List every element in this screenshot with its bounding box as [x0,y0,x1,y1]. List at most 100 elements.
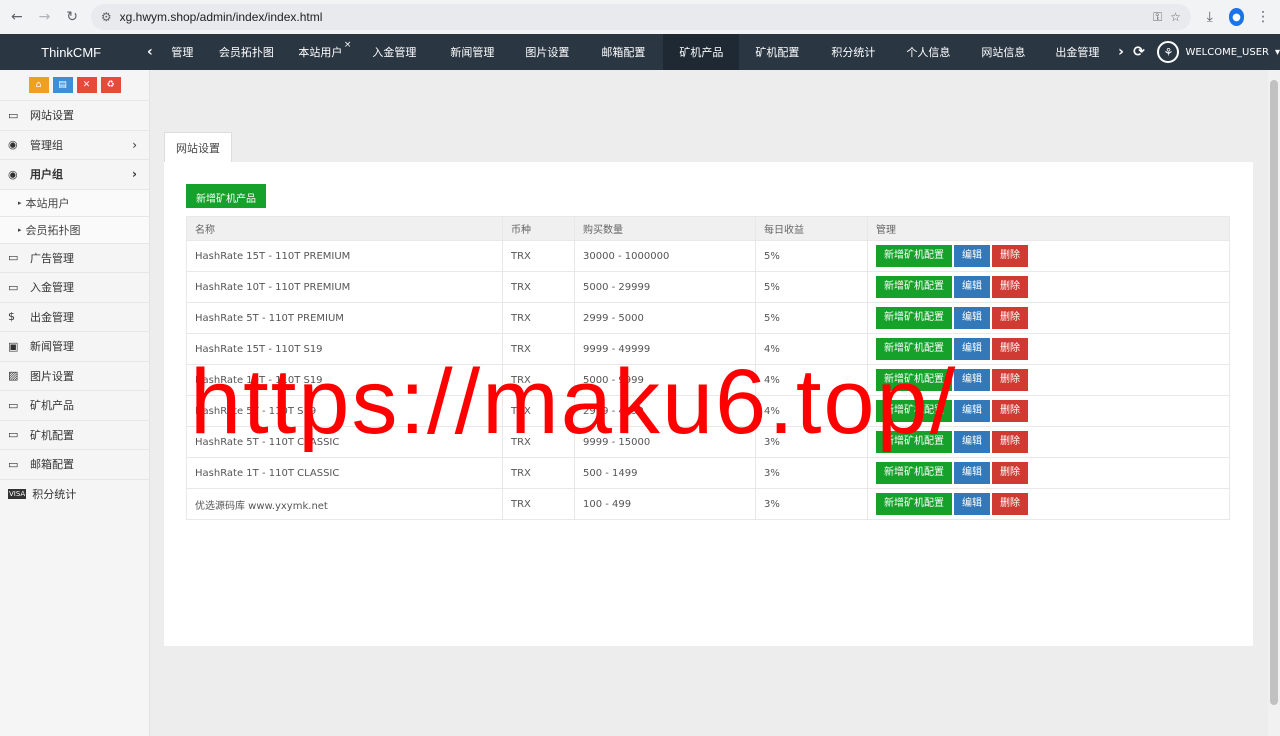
nav-tab[interactable]: 本站用户 × [285,34,355,70]
add-config-button[interactable]: 新增矿机配置 [876,307,952,329]
nav-tab[interactable]: 新闻管理 [433,34,511,70]
delete-button[interactable]: 删除 [992,431,1028,453]
nav-tab[interactable]: 个人信息 [891,34,965,70]
add-config-button[interactable]: 新增矿机配置 [876,369,952,391]
edit-button[interactable]: 编辑 [954,462,990,484]
close-tab-icon[interactable]: × [344,40,352,50]
image-icon: ▨ [8,369,19,383]
brand-logo[interactable]: ThinkCMF [0,45,142,60]
miner-products-table: 名称 币种 购买数量 每日收益 管理 HashRate 15T - 110T PREMI… [186,216,1230,520]
scrollbar-thumb[interactable] [1270,80,1278,705]
add-config-button[interactable]: 新增矿机配置 [876,400,952,422]
caret-down-icon: ▾ [1274,46,1280,58]
monitor-icon: ▭ [8,280,19,294]
table-row: HashRate 5T - 110T S19 TRX 2999 - 4999 4% 新增… [186,395,1230,427]
home-icon[interactable]: ⌂ [28,77,49,93]
sidebar-item[interactable]: ▭ 网站设置 [0,100,149,130]
table-cell: 500 - 1499 [574,457,756,489]
nav-tab[interactable]: 出金管理 [1041,34,1113,70]
delete-button[interactable]: 删除 [992,369,1028,391]
sidebar-subitem[interactable]: ▸ 会员拓扑图 [0,215,149,243]
add-config-button[interactable]: 新增矿机配置 [876,493,952,515]
add-config-button[interactable]: 新增矿机配置 [876,338,952,360]
nav-tab[interactable]: 矿机配置 [739,34,815,70]
table-cell: 100 - 499 [574,488,756,520]
forward-icon[interactable]: → [36,7,54,27]
table-row: 优选源码库 www.yxymk.net TRX 100 - 499 3% 新增矿机配置编… [186,488,1230,520]
sidebar-item[interactable]: ▭ 矿机产品 [0,390,149,420]
sidebar-item-label: 邮箱配置 [30,458,74,472]
sidebar-item[interactable]: ▭ 广告管理 [0,242,149,273]
table-cell: 4% [755,395,868,427]
sidebar-menu: ▭ 网站设置 ◉ 管理组 › ◉ 用户组 › ▸ 本站用户 ▸ 会员拓扑图 ▭ 广告管理 ▭ 入金管理 $ 出金管… [0,100,149,508]
monitor-icon: ▭ [8,108,19,122]
sidebar-item[interactable]: ▭ 入金管理 [0,272,149,302]
star-icon[interactable]: ☆ [1170,10,1181,24]
trash-icon[interactable]: ✕ [76,77,97,93]
dollar-icon: $ [8,310,15,324]
add-config-button[interactable]: 新增矿机配置 [876,462,952,484]
table-actions-cell: 新增矿机配置 编辑 删除 [867,457,1230,489]
file-icon[interactable]: ▤ [52,77,73,93]
delete-button[interactable]: 删除 [992,400,1028,422]
download-icon[interactable]: ⤓ [1201,7,1219,27]
scroll-left-icon[interactable]: ‹ [142,44,157,60]
sidebar-item[interactable]: ▨ 图片设置 [0,360,149,391]
sidebar-item[interactable]: $ 出金管理 [0,301,149,332]
sidebar-item[interactable]: VISA 积分统计 [0,478,149,509]
scrollbar[interactable] [1268,70,1280,736]
sidebar-item[interactable]: ◉ 用户组 › [0,159,149,189]
delete-button[interactable]: 删除 [992,307,1028,329]
add-config-button[interactable]: 新增矿机配置 [876,431,952,453]
nav-tab-label: 矿机产品 [679,46,724,59]
delete-button[interactable]: 删除 [992,493,1028,515]
table-cell: HashRate 5T - 110T S19 [186,395,503,427]
nav-tab[interactable]: 图片设置 [511,34,583,70]
delete-button[interactable]: 删除 [992,245,1028,267]
site-settings-icon[interactable]: ⚙ [101,10,112,24]
url-text[interactable]: xg.hwym.shop/admin/index/index.html [120,10,1145,24]
edit-button[interactable]: 编辑 [954,276,990,298]
table-cell: 5% [755,271,868,303]
more-menu-icon[interactable]: ⋮ [1254,7,1272,27]
edit-button[interactable]: 编辑 [954,338,990,360]
nav-tab[interactable]: 邮箱配置 [583,34,663,70]
tab-website-settings[interactable]: 网站设置 [164,132,232,162]
refresh-icon[interactable]: ⟳ [1129,44,1150,60]
address-bar[interactable]: ⚙ xg.hwym.shop/admin/index/index.html ⚿ … [90,4,1191,30]
profile-icon[interactable]: ● [1228,8,1245,26]
edit-button[interactable]: 编辑 [954,307,990,329]
nav-tab[interactable]: 矿机产品 [663,34,740,70]
edit-button[interactable]: 编辑 [954,400,990,422]
add-config-button[interactable]: 新增矿机配置 [876,245,952,267]
add-miner-product-button[interactable]: 新增矿机产品 [186,184,266,208]
edit-button[interactable]: 编辑 [954,493,990,515]
recycle-icon[interactable]: ♻ [100,77,121,93]
nav-tab[interactable]: 管理 [157,34,207,70]
nav-tab[interactable]: 积分统计 [815,34,891,70]
key-icon[interactable]: ⚿ [1153,10,1162,25]
sidebar-item-label: 管理组 [30,138,63,152]
browser-toolbar: ← → ↻ ⚙ xg.hwym.shop/admin/index/index.h… [0,0,1280,34]
user-menu[interactable]: ⚘ WELCOME_USER ▾ [1157,41,1280,63]
sidebar-item[interactable]: ▭ 矿机配置 [0,419,149,450]
sidebar-subitem[interactable]: ▸ 本站用户 [0,188,149,216]
back-icon[interactable]: ← [8,7,26,27]
table-row: HashRate 5T - 110T PREMIUM TRX 2999 - 5000… [186,302,1230,334]
edit-button[interactable]: 编辑 [954,431,990,453]
delete-button[interactable]: 删除 [992,276,1028,298]
nav-tab[interactable]: 网站信息 [965,34,1041,70]
delete-button[interactable]: 删除 [992,462,1028,484]
edit-button[interactable]: 编辑 [954,369,990,391]
nav-tab[interactable]: 会员拓扑图 [207,34,285,70]
sidebar-item[interactable]: ▣ 新闻管理 [0,331,149,361]
delete-button[interactable]: 删除 [992,338,1028,360]
edit-button[interactable]: 编辑 [954,245,990,267]
sidebar-item[interactable]: ▭ 邮箱配置 [0,449,149,479]
caret-right-icon: ▸ [18,198,22,207]
sidebar-item[interactable]: ◉ 管理组 › [0,129,149,160]
add-config-button[interactable]: 新增矿机配置 [876,276,952,298]
reload-icon[interactable]: ↻ [63,7,81,27]
nav-tab[interactable]: 入金管理 [355,34,433,70]
scroll-right-icon[interactable]: › [1113,44,1128,60]
